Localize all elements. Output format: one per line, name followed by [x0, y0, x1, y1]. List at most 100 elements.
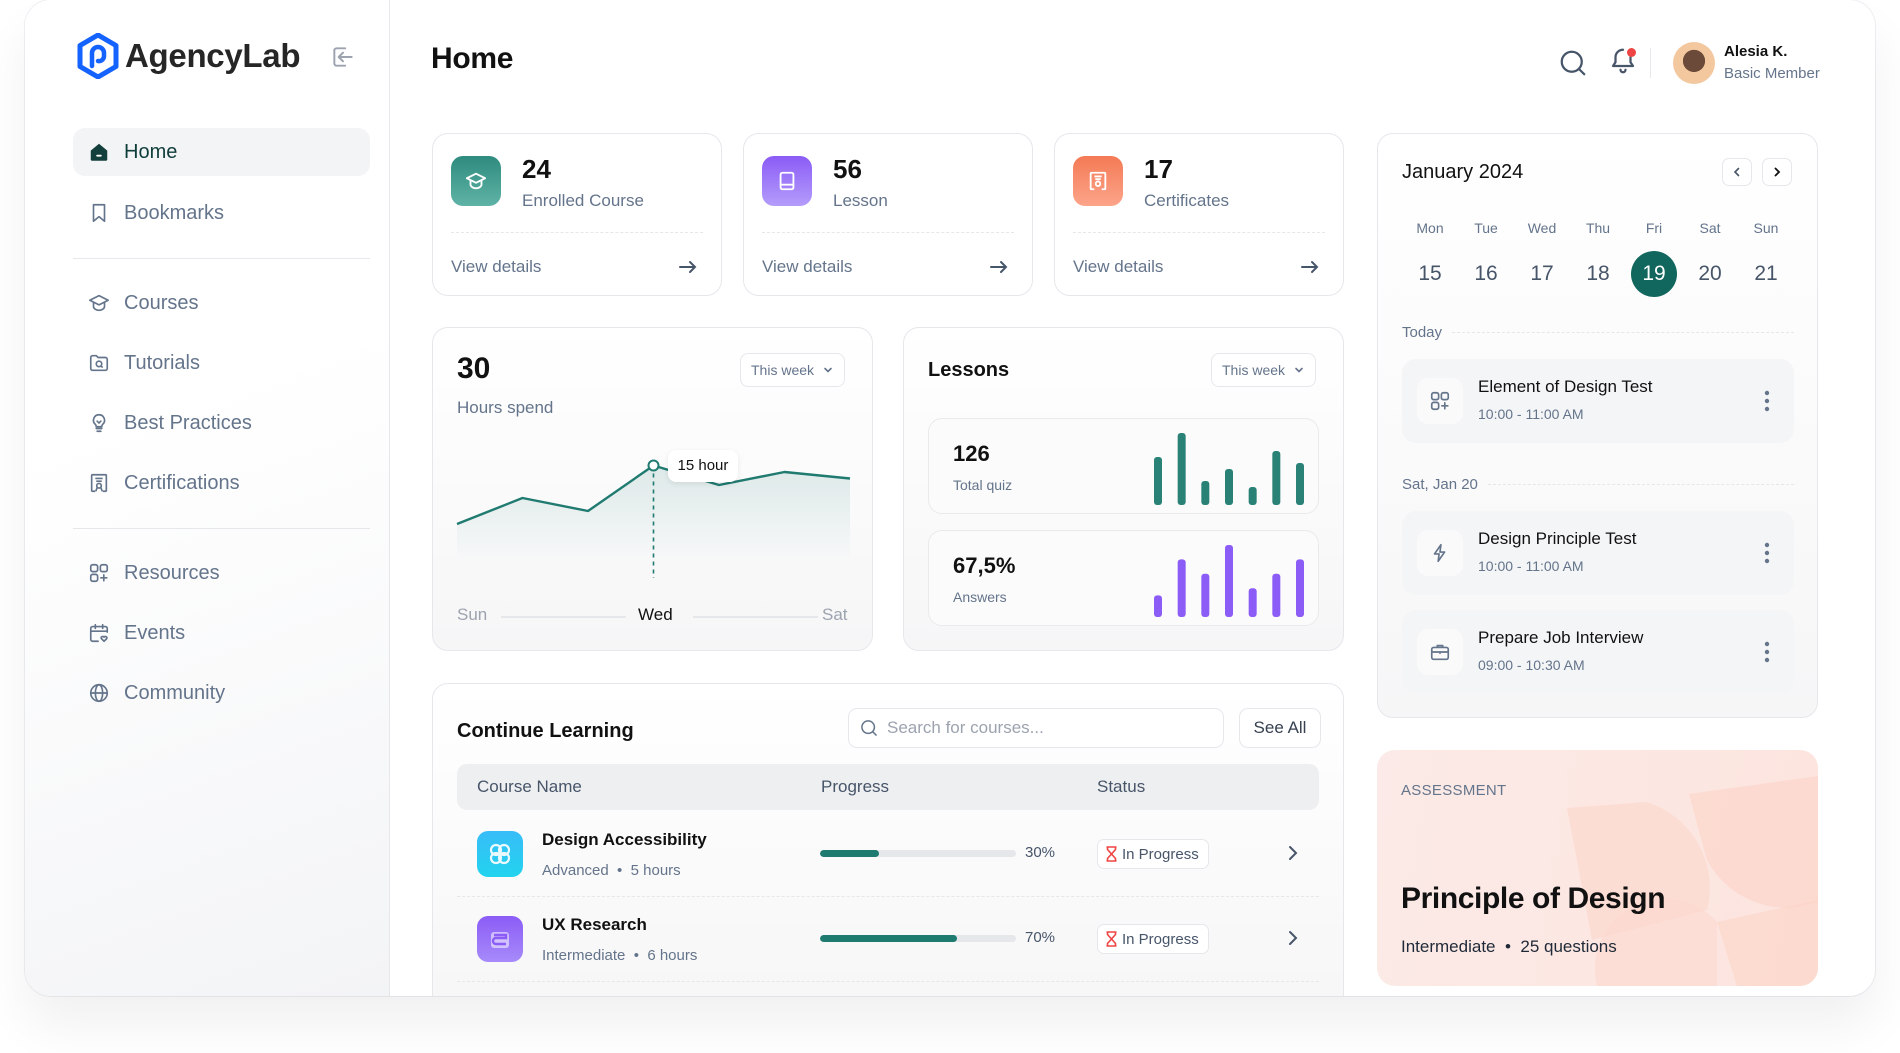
calendar-date[interactable]: 21	[1743, 251, 1789, 297]
period-dropdown[interactable]: This week	[1211, 353, 1317, 387]
chevron-right-icon[interactable]	[1287, 844, 1299, 862]
view-details-link[interactable]: View details	[451, 257, 541, 277]
calendar-date[interactable]: 15	[1407, 251, 1453, 297]
graduation-cap-icon	[89, 294, 109, 312]
bar	[1248, 487, 1257, 505]
calendar-next-button[interactable]	[1762, 158, 1792, 186]
course-icon	[477, 916, 523, 962]
event-icon-box	[1417, 530, 1463, 576]
lightbulb-icon	[92, 413, 106, 433]
bar	[1248, 588, 1257, 617]
stat-label: Enrolled Course	[522, 191, 644, 210]
day-of-week-label: Tue	[1474, 220, 1498, 236]
grid-plus-icon	[89, 563, 109, 583]
event-time: 09:00 - 10:30 AM	[1478, 657, 1585, 673]
day-of-week-label: Sun	[1753, 220, 1779, 236]
table-row[interactable]: Design Accessibility Advanced • 5 hours …	[457, 812, 1319, 897]
calendar-prev-button[interactable]	[1722, 158, 1752, 186]
course-meta: Intermediate • 6 hours	[542, 947, 698, 964]
event-item[interactable]: Prepare Job Interview 09:00 - 10:30 AM	[1402, 610, 1794, 694]
briefcase-icon	[1430, 644, 1450, 661]
logo[interactable]: AgencyLab	[77, 33, 300, 79]
sidebar-item-label: Events	[124, 621, 186, 644]
sidebar-item-events[interactable]: Events	[73, 609, 370, 657]
chevron-down-icon	[1295, 367, 1303, 373]
bar	[1201, 481, 1210, 505]
notification-dot	[1627, 48, 1636, 57]
sidebar-item-resources[interactable]: Resources	[73, 549, 370, 597]
collapse-sidebar-icon[interactable]	[330, 44, 356, 70]
column-header-progress[interactable]: Progress	[821, 777, 889, 797]
avatar[interactable]	[1673, 42, 1715, 84]
sidebar-item-home[interactable]: Home	[73, 128, 370, 176]
view-details-link[interactable]: View details	[762, 257, 852, 277]
sidebar-item-community[interactable]: Community	[73, 669, 370, 717]
course-search-input[interactable]: Search for courses...	[848, 708, 1224, 748]
column-header-status[interactable]: Status	[1097, 777, 1145, 797]
certificate-icon	[90, 473, 108, 493]
event-icon-box	[1417, 378, 1463, 424]
assessment-title: Principle of Design	[1401, 882, 1666, 915]
status-badge: In Progress	[1097, 839, 1209, 869]
arrow-right-icon[interactable]	[1299, 258, 1321, 276]
assessment-kicker: ASSESSMENT	[1401, 782, 1507, 799]
hours-area-chart[interactable]	[433, 423, 874, 593]
event-title: Design Principle Test	[1478, 529, 1637, 548]
sidebar-item-tutorials[interactable]: Tutorials	[73, 339, 370, 387]
bar	[1154, 595, 1162, 617]
event-item[interactable]: Element of Design Test 10:00 - 11:00 AM	[1402, 359, 1794, 443]
period-dropdown[interactable]: This week	[740, 353, 846, 387]
home-icon	[90, 143, 108, 161]
chevron-right-icon	[1774, 167, 1781, 177]
answers-value: 67,5%	[953, 553, 1016, 578]
calendar-date[interactable]: 20	[1687, 251, 1733, 297]
calendar-date[interactable]: 17	[1519, 251, 1565, 297]
sidebar-item-label: Home	[124, 140, 178, 163]
notifications-button[interactable]	[1608, 46, 1640, 78]
hours-spent-card: 30 Hours spend This week 15 hour Sun Wed…	[432, 327, 873, 651]
more-vertical-icon[interactable]	[1764, 640, 1770, 664]
hours-label: Hours spend	[457, 398, 554, 417]
stat-card-certificates: 17 Certificates View details	[1054, 133, 1344, 296]
calendar-date-selected[interactable]: 19	[1631, 251, 1677, 297]
bar	[1154, 457, 1162, 505]
course-icon	[477, 831, 523, 877]
stat-card-lesson: 56 Lesson View details	[743, 133, 1033, 296]
logo-text: AgencyLab	[125, 37, 301, 74]
see-all-button[interactable]: See All	[1239, 708, 1321, 748]
user-name[interactable]: Alesia K.	[1724, 43, 1787, 60]
period-dropdown-label: This week	[751, 362, 815, 378]
certificate-icon	[1073, 156, 1123, 206]
folder-search-icon	[89, 354, 109, 372]
divider	[451, 232, 703, 233]
arrow-right-icon[interactable]	[677, 258, 699, 276]
continue-learning-title: Continue Learning	[457, 720, 634, 742]
chevron-right-icon[interactable]	[1287, 929, 1299, 947]
column-header-course-name[interactable]: Course Name	[477, 777, 582, 797]
table-row[interactable]: UX Research Intermediate • 6 hours 70% I…	[457, 897, 1319, 982]
event-item[interactable]: Design Principle Test 10:00 - 11:00 AM	[1402, 511, 1794, 595]
more-vertical-icon[interactable]	[1764, 541, 1770, 565]
sidebar-item-courses[interactable]: Courses	[73, 279, 370, 327]
arrow-right-icon[interactable]	[988, 258, 1010, 276]
bookmark-icon	[92, 203, 106, 223]
hourglass-icon	[1106, 846, 1117, 862]
status-badge: In Progress	[1097, 924, 1209, 954]
quiz-bar-chart	[1154, 433, 1304, 505]
assessment-card[interactable]: ASSESSMENT Principle of Design Intermedi…	[1377, 750, 1818, 986]
sidebar-item-bookmarks[interactable]: Bookmarks	[73, 189, 370, 237]
calendar-date[interactable]: 16	[1463, 251, 1509, 297]
course-meta: Advanced • 5 hours	[542, 862, 681, 879]
calendar-date[interactable]: 18	[1575, 251, 1621, 297]
search-icon[interactable]	[1558, 48, 1588, 78]
view-details-link[interactable]: View details	[1073, 257, 1163, 277]
sidebar-item-label: Bookmarks	[124, 201, 225, 224]
sidebar-item-best-practices[interactable]: Best Practices	[73, 399, 370, 447]
sidebar-divider	[73, 528, 370, 529]
bar	[1177, 433, 1186, 505]
sidebar-item-certifications[interactable]: Certifications	[73, 459, 370, 507]
more-vertical-icon[interactable]	[1764, 389, 1770, 413]
highlight-point[interactable]	[647, 459, 660, 472]
progress-fill	[820, 935, 958, 942]
table-header: Course Name Progress Status	[457, 764, 1319, 810]
